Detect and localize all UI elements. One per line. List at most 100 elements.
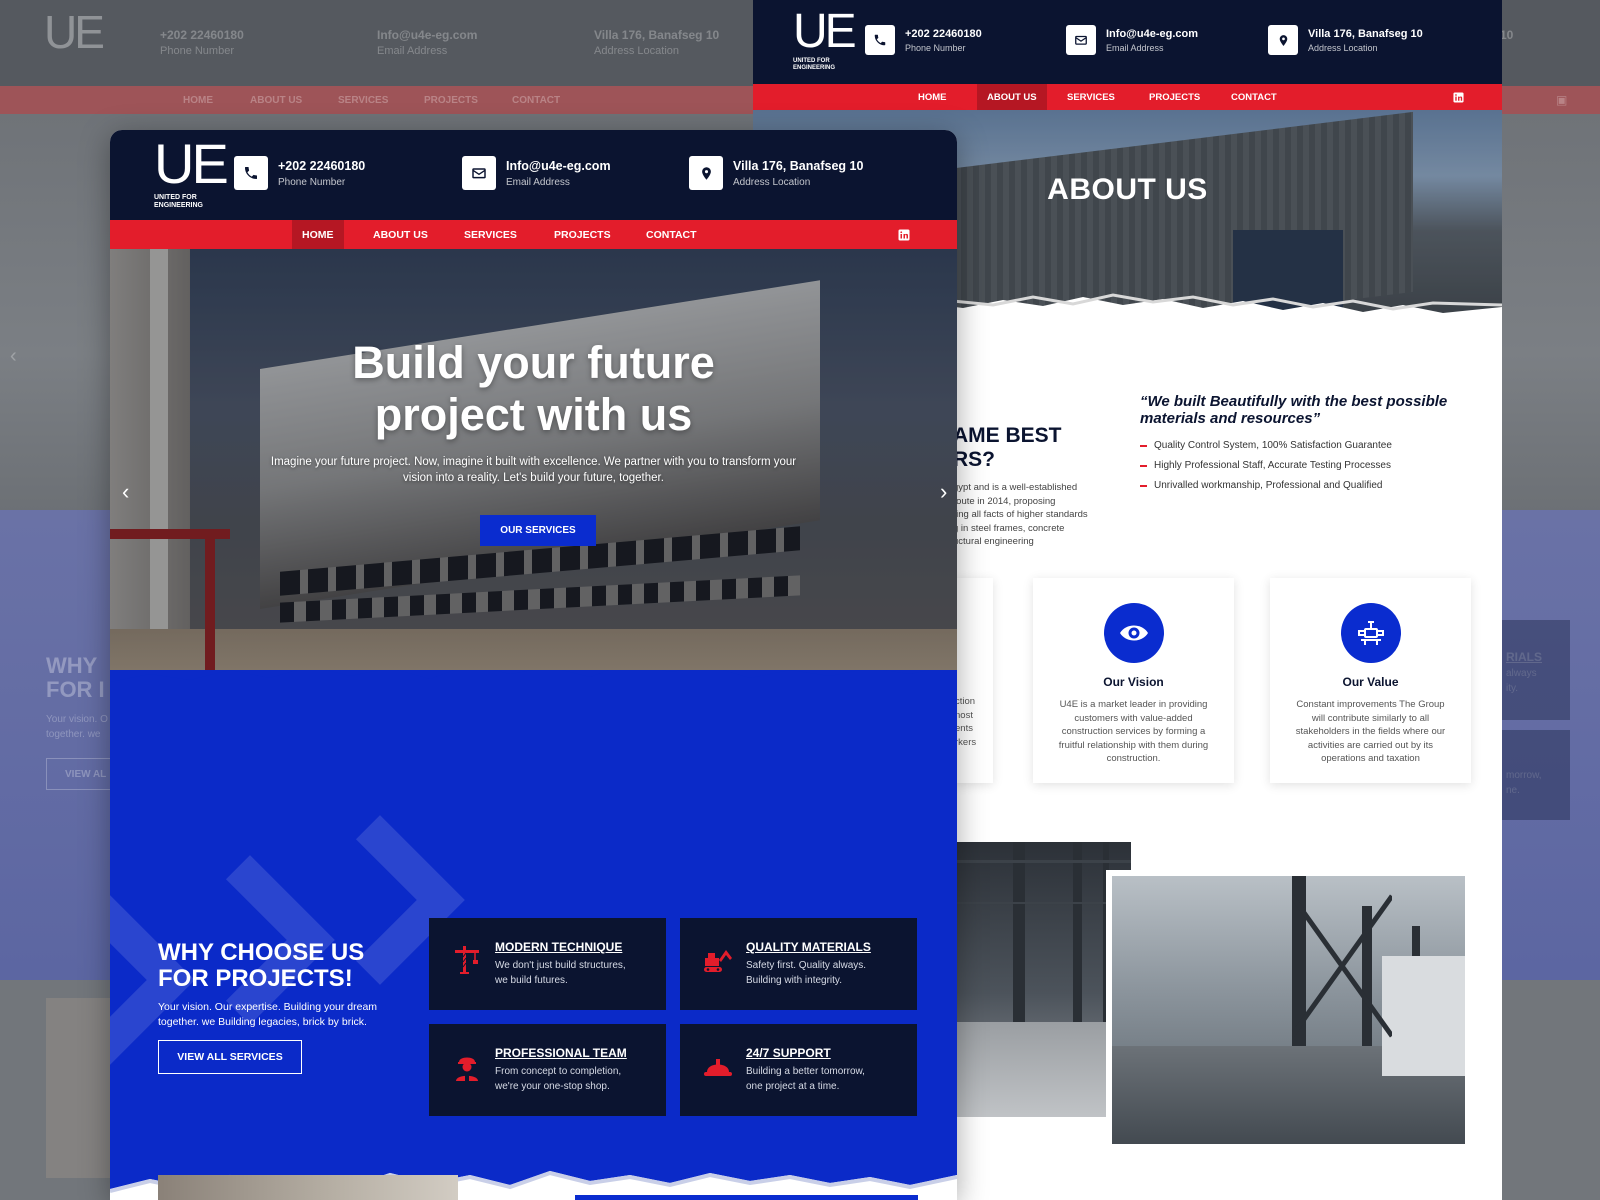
card-line: stakeholders in the fields where our <box>1295 726 1446 737</box>
bg-email: Info@u4e-eg.com <box>377 28 478 42</box>
home-phone-contact[interactable]: +202 22460180 Phone Number <box>234 156 365 190</box>
feature-line: we're your one-stop shop. <box>495 1081 610 1092</box>
bg-phone-label: Phone Number <box>160 45 234 57</box>
about-address-label: Address Location <box>1308 42 1378 53</box>
home-header: UE UNITED FOR ENGINEERING +202 22460180 … <box>110 130 957 220</box>
card-line: fruitful relationship with them during <box>1058 739 1209 751</box>
about-address-contact[interactable]: Villa 176, Banafseg 10 Address Location <box>1268 25 1423 55</box>
about-nav-about-us[interactable]: ABOUT US <box>977 84 1047 110</box>
home-address-contact[interactable]: Villa 176, Banafseg 10 Address Location <box>689 156 863 190</box>
about-phone-contact[interactable]: +202 22460180 Phone Number <box>865 25 982 55</box>
about-address-text: Villa 176, Banafseg 10 <box>1308 27 1423 40</box>
bg-why-line2: FOR I <box>46 677 105 702</box>
home-email-contact[interactable]: Info@u4e-eg.com Email Address <box>462 156 611 190</box>
feature-card-quality-materials[interactable]: QUALITY MATERIALS Safety first. Quality … <box>680 918 917 1010</box>
check-item: Quality Control System, 100% Satisfactio… <box>1140 440 1392 451</box>
feature-description: Safety first. Quality always. Building wi… <box>746 958 906 988</box>
about-nav-contact[interactable]: CONTACT <box>1226 84 1282 110</box>
feature-card-support[interactable]: 24/7 SUPPORT Building a better tomorrow,… <box>680 1024 917 1116</box>
partial-card-line: ction <box>955 696 976 707</box>
home-email-label: Email Address <box>506 176 570 188</box>
bg-nav-home: HOME <box>183 95 213 106</box>
about-para-line: ring all facts of higher standards <box>953 509 1088 520</box>
about-logo[interactable]: UE UNITED FOR ENGINEERING <box>793 8 857 72</box>
home-nav-services[interactable]: SERVICES <box>459 220 522 249</box>
card-line: customers with value-added <box>1074 712 1193 724</box>
feature-card-modern-technique[interactable]: MODERN TECHNIQUE We don't just build str… <box>429 918 666 1010</box>
feature-line: one project at a time. <box>746 1081 840 1092</box>
chevron-right-icon[interactable]: › <box>940 479 947 505</box>
home-nav-contact[interactable]: CONTACT <box>641 220 702 249</box>
about-logo-line2: ENGINEERING <box>793 65 836 71</box>
about-email-contact[interactable]: Info@u4e-eg.com Email Address <box>1066 25 1198 55</box>
bg-why-line1: WHY <box>46 653 98 678</box>
bg-linkedin-icon: ▣ <box>1556 93 1568 107</box>
why-choose-section: WHY CHOOSE US FOR PROJECTS! Your vision.… <box>110 670 957 1200</box>
home-logo-line1: UNITED FOR <box>154 194 197 201</box>
why-title-line2: FOR PROJECTS! <box>158 965 353 992</box>
about-para-line: gypt and is a well-established <box>953 482 1078 493</box>
about-nav-services[interactable]: SERVICES <box>1062 84 1120 110</box>
about-para-line: g in steel frames, concrete <box>953 522 1065 534</box>
home-nav-projects[interactable]: PROJECTS <box>549 220 616 249</box>
about-para-line: route in 2014, proposing <box>953 495 1056 507</box>
about-section-heading: AME BEST RS? <box>953 424 1062 472</box>
about-linkedin-icon[interactable] <box>1453 84 1464 110</box>
about-phone-number: +202 22460180 <box>905 27 982 40</box>
about-para-line: uctural engineering <box>953 536 1034 547</box>
partial-card-line: ents <box>955 723 973 734</box>
feature-title: MODERN TECHNIQUE <box>495 940 623 954</box>
bg-nav-contact: CONTACT <box>512 95 561 106</box>
home-nav-bar: HOME ABOUT US SERVICES PROJECTS CONTACT <box>110 220 957 249</box>
our-services-button[interactable]: OUR SERVICES <box>480 515 596 546</box>
crane-icon <box>451 944 483 976</box>
feature-line: we build futures. <box>495 975 568 986</box>
view-all-services-button[interactable]: VIEW ALL SERVICES <box>158 1040 302 1074</box>
home-logo[interactable]: UE UNITED FOR ENGINEERING <box>154 136 229 210</box>
bg-email-label: Email Address <box>377 45 448 57</box>
about-heading-line1: AME BEST <box>953 424 1062 447</box>
card-line: activities are carried out by its <box>1307 739 1434 751</box>
about-email-address: Info@u4e-eg.com <box>1106 27 1199 40</box>
home-nav-about-us[interactable]: ABOUT US <box>368 220 433 249</box>
vision-card-text: U4E is a market leader in providing cust… <box>1047 698 1220 766</box>
project-thumbnail-strip <box>158 1175 458 1200</box>
about-quote: “We built Beautifully with the best poss… <box>1140 393 1470 427</box>
why-choose-subtitle: Your vision. Our expertise. Building you… <box>158 1000 398 1030</box>
chevron-left-icon[interactable]: ‹ <box>122 479 129 505</box>
home-address-text: Villa 176, Banafseg 10 <box>733 158 864 173</box>
feature-line: From concept to completion, <box>495 1066 622 1077</box>
feature-card-professional-team[interactable]: PROFESSIONAL TEAM From concept to comple… <box>429 1024 666 1116</box>
card-line: construction services by forming a <box>1061 726 1206 737</box>
about-nav-home[interactable]: HOME <box>911 84 954 110</box>
bg-logo: UE <box>44 8 105 72</box>
feature-description: We don't just build structures, we build … <box>495 958 655 988</box>
home-linkedin-icon[interactable] <box>898 220 910 249</box>
excavator-icon <box>702 944 734 976</box>
about-heading-line2: RS? <box>953 448 995 471</box>
why-subtitle-line1: Your vision. Our expertise. Building you… <box>158 1001 378 1013</box>
home-email-address: Info@u4e-eg.com <box>506 158 611 173</box>
envelope-icon <box>462 156 496 190</box>
check-item: Highly Professional Staff, Accurate Test… <box>1140 460 1392 471</box>
card-line: operations and taxation <box>1321 753 1420 764</box>
vision-card: Our Vision U4E is a market leader in pro… <box>1033 578 1234 783</box>
bg-nav-projects: PROJECTS <box>424 95 478 106</box>
why-choose-title: WHY CHOOSE US FOR PROJECTS! <box>158 940 364 992</box>
check-item: Unrivalled workmanship, Professional and… <box>1140 480 1392 491</box>
hero-title-line2: project with us <box>374 389 693 440</box>
feature-line: Building a better tomorrow, <box>746 1066 865 1077</box>
warehouse-interior-photo-1 <box>953 842 1131 1117</box>
envelope-icon <box>1066 25 1096 55</box>
warehouse-interior-photo-2 <box>1106 870 1471 1150</box>
about-nav-projects[interactable]: PROJECTS <box>1144 84 1205 110</box>
about-header: UE UNITED FOR ENGINEERING +202 22460180 … <box>753 0 1502 84</box>
card-line: will contribute similarly to all <box>1311 712 1430 724</box>
bg-why-text2: together. we <box>46 729 101 740</box>
hero-title-line1: Build your future <box>352 337 715 388</box>
home-nav-home[interactable]: HOME <box>292 220 344 249</box>
home-phone-number: +202 22460180 <box>278 158 366 173</box>
about-quote-line1: “We built Beautifully with the best poss… <box>1140 393 1448 410</box>
feature-title: 24/7 SUPPORT <box>746 1046 831 1060</box>
partial-card-line: rkers <box>955 736 977 748</box>
